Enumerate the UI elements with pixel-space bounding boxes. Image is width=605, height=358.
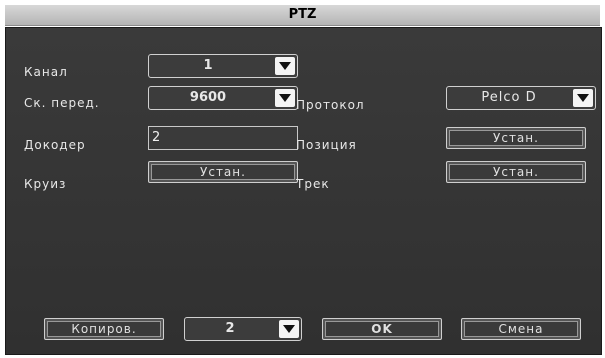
cruise-label: Круиз <box>24 177 67 191</box>
baud-rate-label: Ск. перед. <box>24 96 100 110</box>
decoder-address-input[interactable]: 2 <box>148 126 298 150</box>
copy-target-value: 2 <box>225 321 235 336</box>
protocol-value: Pelco D <box>481 90 537 105</box>
channel-select[interactable]: 1 <box>148 54 298 78</box>
cruise-set-button[interactable]: Устан. <box>148 161 298 183</box>
ok-button[interactable]: OK <box>322 318 442 340</box>
baud-rate-select[interactable]: 9600 <box>148 86 298 110</box>
channel-value: 1 <box>203 58 213 73</box>
protocol-label: Протокол <box>296 98 365 112</box>
position-set-button[interactable]: Устан. <box>446 127 586 149</box>
channel-label: Канал <box>24 65 68 79</box>
dialog-title: PTZ <box>5 5 600 26</box>
chevron-down-icon[interactable] <box>279 320 299 338</box>
protocol-select[interactable]: Pelco D <box>446 86 596 110</box>
cancel-button[interactable]: Смена <box>461 318 581 340</box>
track-set-button[interactable]: Устан. <box>446 161 586 183</box>
track-label: Трек <box>296 177 330 191</box>
position-label: Позиция <box>296 138 357 152</box>
copy-target-select[interactable]: 2 <box>184 317 302 341</box>
settings-panel: Канал 1 Ск. перед. 9600 Протокол Pelco D… <box>5 27 602 355</box>
chevron-down-icon[interactable] <box>275 89 295 107</box>
copy-button[interactable]: Копиров. <box>44 318 164 340</box>
chevron-down-icon[interactable] <box>573 89 593 107</box>
chevron-down-icon[interactable] <box>275 57 295 75</box>
baud-rate-value: 9600 <box>189 90 227 105</box>
ptz-dialog: PTZ Канал 1 Ск. перед. 9600 Протокол Pel… <box>0 0 605 358</box>
decoder-label: Докодер <box>24 138 86 152</box>
